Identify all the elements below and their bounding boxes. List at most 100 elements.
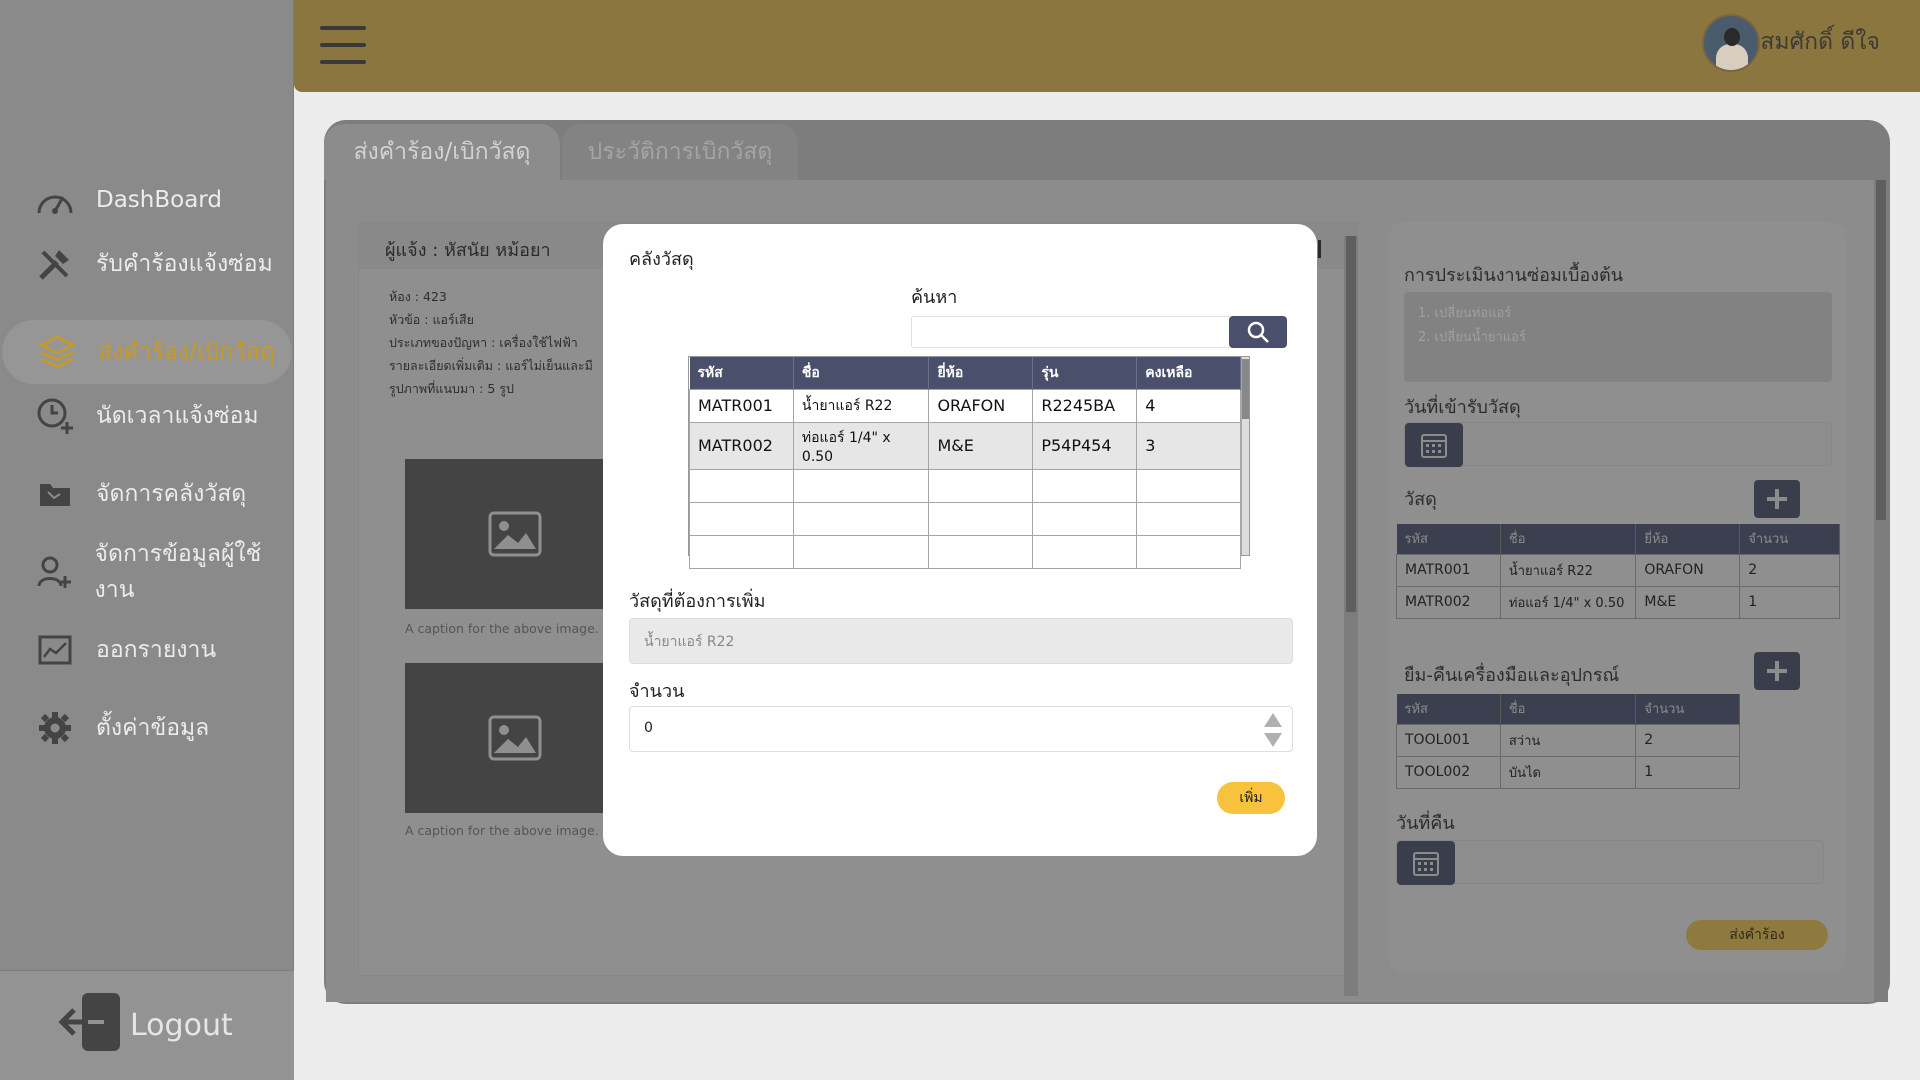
sidebar-item-settings[interactable]: ตั้งค่าข้อมูล xyxy=(0,696,294,760)
table-row[interactable] xyxy=(689,534,1241,569)
assess-textarea[interactable]: 1. เปลี่ยนท่อแอร์ 2. เปลี่ยนน้ำยาแอร์ xyxy=(1404,292,1832,382)
detail-scrollbar[interactable] xyxy=(1344,236,1358,996)
table-cell: MATR002 xyxy=(689,421,794,470)
table-cell: MATR001 xyxy=(689,388,794,423)
menu-icon[interactable] xyxy=(320,26,366,64)
add-button[interactable]: เพิ่ม xyxy=(1217,782,1285,814)
table-cell xyxy=(928,534,1034,569)
return-date-label: วันที่คืน xyxy=(1396,813,1455,834)
calendar-icon[interactable] xyxy=(1397,841,1455,885)
col-header: รุ่น xyxy=(1032,357,1138,389)
search-button[interactable] xyxy=(1229,316,1287,348)
calendar-icon[interactable] xyxy=(1405,423,1463,467)
tab-send-request[interactable]: ส่งคำร้อง/เบิกวัสดุ xyxy=(324,124,560,180)
assess-item: 2. เปลี่ยนน้ำยาแอร์ xyxy=(1418,330,1526,345)
search-label: ค้นหา xyxy=(911,287,958,308)
table-cell: น้ำยาแอร์ R22 xyxy=(792,388,930,423)
sidebar-item-inventory[interactable]: จัดการคลังวัสดุ xyxy=(0,462,294,526)
sidebar: DashBoard รับคำร้องแจ้งซ่อม ส่งคำร้อง/เบ… xyxy=(0,0,294,1080)
table-cell: P54P454 xyxy=(1032,421,1138,470)
top-bar: สมศักดิ์ ดีใจ xyxy=(294,0,1920,92)
sidebar-item-dashboard[interactable]: DashBoard xyxy=(0,168,294,232)
table-row[interactable]: TOOL002 บันได 1 xyxy=(1396,755,1740,789)
col-header: ชื่อ xyxy=(793,357,930,389)
sidebar-item-report[interactable]: ออกรายงาน xyxy=(0,618,294,682)
table-cell: MATR002 xyxy=(1396,585,1501,619)
table-row[interactable]: MATR002 ท่อแอร์ 1/4" x 0.50 M&E 1 xyxy=(1396,585,1840,619)
table-cell: M&E xyxy=(928,421,1034,470)
plus-icon xyxy=(1767,661,1787,681)
image-icon xyxy=(488,715,542,761)
table-row[interactable]: TOOL001 สว่าน 2 xyxy=(1396,723,1740,757)
col-header: ยี่ห้อ xyxy=(928,357,1034,389)
details-text: รายละเอียดเพิ่มเติม : แอร์ไม่เย็นและมี xyxy=(389,358,593,373)
materials-label: วัสดุ xyxy=(1404,489,1437,510)
table-cell xyxy=(689,468,794,503)
table-header-row: รหัส ชื่อ จำนวน xyxy=(1396,694,1740,724)
room-text: ห้อง : 423 xyxy=(389,289,447,304)
clock-plus-icon xyxy=(34,395,76,437)
tools-icon xyxy=(34,243,76,285)
table-cell: 2 xyxy=(1635,723,1740,757)
return-date-field[interactable] xyxy=(1396,840,1824,885)
table-cell: TOOL001 xyxy=(1396,723,1501,757)
table-row[interactable]: MATR001 น้ำยาแอร์ R22 ORAFON 2 xyxy=(1396,553,1840,587)
inventory-table-scrollbar[interactable] xyxy=(1241,357,1249,555)
sidebar-item-schedule[interactable]: นัดเวลาแจ้งซ่อม xyxy=(0,384,294,448)
search-icon xyxy=(1247,321,1269,343)
table-cell xyxy=(792,468,930,503)
table-row[interactable] xyxy=(689,468,1241,503)
attached-image[interactable] xyxy=(405,663,625,813)
logout-icon xyxy=(58,991,122,1061)
table-header-row: รหัส ชื่อ ยี่ห้อ รุ่น คงเหลือ xyxy=(689,357,1241,389)
table-cell: M&E xyxy=(1635,585,1741,619)
increment-icon[interactable] xyxy=(1264,713,1282,727)
search-input[interactable] xyxy=(911,316,1231,348)
table-row[interactable]: MATR001 น้ำยาแอร์ R22 ORAFON R2245BA 4 xyxy=(689,388,1241,423)
table-cell xyxy=(1136,501,1241,536)
tab-request-history[interactable]: ประวัติการเบิกวัสดุ xyxy=(562,124,798,180)
sidebar-item-label: จัดการข้อมูลผู้ใช้งาน xyxy=(94,541,262,603)
table-row[interactable]: MATR002 ท่อแอร์ 1/4" x 0.50 M&E P54P454 … xyxy=(689,421,1241,470)
inventory-table: รหัส ชื่อ ยี่ห้อ รุ่น คงเหลือ MATR001 น้… xyxy=(689,357,1241,569)
add-tool-button[interactable] xyxy=(1754,652,1800,690)
image-icon xyxy=(488,511,542,557)
table-cell xyxy=(928,468,1034,503)
table-cell xyxy=(792,534,930,569)
table-cell: R2245BA xyxy=(1032,388,1138,423)
receive-date-field[interactable] xyxy=(1404,422,1832,467)
table-cell: 4 xyxy=(1136,388,1241,423)
col-header: ชื่อ xyxy=(1500,694,1637,724)
quantity-stepper[interactable]: 0 xyxy=(629,706,1293,752)
receive-date-label: วันที่เข้ารับวัสดุ xyxy=(1404,397,1521,418)
table-cell xyxy=(1032,468,1138,503)
table-cell: น้ำยาแอร์ R22 xyxy=(1499,553,1637,587)
attached-image[interactable] xyxy=(405,459,625,609)
sidebar-item-send-request[interactable]: ส่งคำร้อง/เบิกวัสดุ xyxy=(2,320,292,384)
report-icon xyxy=(34,629,76,671)
request-form-card: การประเมินงานซ่อมเบื้องต้น 1. เปลี่ยนท่อ… xyxy=(1388,222,1846,972)
assess-label: การประเมินงานซ่อมเบื้องต้น xyxy=(1404,265,1624,286)
table-header-row: รหัส ชื่อ ยี่ห้อ จำนวน xyxy=(1396,524,1840,554)
add-material-button[interactable] xyxy=(1754,480,1800,518)
add-material-label: วัสดุที่ต้องการเพิ่ม xyxy=(629,591,766,612)
plus-icon xyxy=(1767,489,1787,509)
table-cell: TOOL002 xyxy=(1396,755,1501,789)
quantity-value: 0 xyxy=(644,720,653,736)
logout-button[interactable]: Logout xyxy=(0,970,294,1080)
table-cell: ท่อแอร์ 1/4" x 0.50 xyxy=(792,421,930,470)
avatar[interactable] xyxy=(1702,14,1760,72)
decrement-icon[interactable] xyxy=(1264,733,1282,747)
sidebar-item-label: รับคำร้องแจ้งซ่อม xyxy=(96,251,273,277)
sidebar-item-repair-requests[interactable]: รับคำร้องแจ้งซ่อม xyxy=(0,232,294,296)
stepper-arrows[interactable] xyxy=(1264,713,1282,747)
sidebar-item-users[interactable]: จัดการข้อมูลผู้ใช้งาน xyxy=(0,540,294,604)
tools-label: ยืม-คืนเครื่องมือและอุปกรณ์ xyxy=(1404,665,1620,686)
sidebar-item-label: จัดการคลังวัสดุ xyxy=(96,481,247,507)
table-row[interactable] xyxy=(689,501,1241,536)
submit-request-button[interactable]: ส่งคำร้อง xyxy=(1686,920,1828,950)
subject-text: หัวข้อ : แอร์เสีย xyxy=(389,312,474,327)
table-cell: 1 xyxy=(1739,585,1840,619)
page-scrollbar[interactable] xyxy=(1874,180,1888,1002)
inventory-table-container: รหัส ชื่อ ยี่ห้อ รุ่น คงเหลือ MATR001 น้… xyxy=(688,356,1250,569)
